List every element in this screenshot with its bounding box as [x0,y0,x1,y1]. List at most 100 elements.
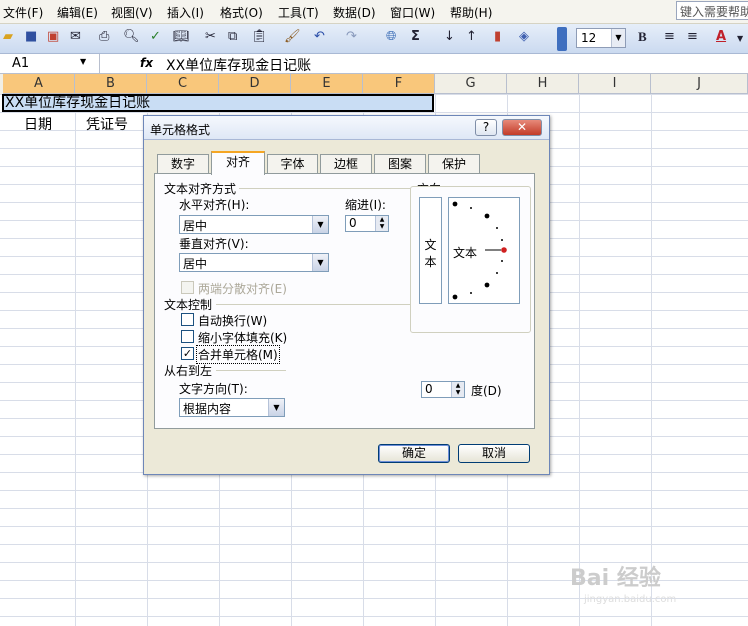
drawing-icon[interactable]: ◈ [519,29,529,44]
grid-line [75,94,76,626]
sort-ascending-icon[interactable]: ↓ [444,29,455,44]
help-search-input[interactable]: 键入需要帮助 [676,1,748,20]
format-painter-icon[interactable]: 🖌︎ [284,29,301,44]
menu-data[interactable]: 数据(D) [333,4,376,21]
formula-input[interactable]: XX单位库存现金日记账 [166,55,311,75]
column-header[interactable]: I [579,74,651,94]
name-box-value: A1 [12,56,30,71]
wrap-text-label: 自动换行(W) [198,314,268,328]
chevron-down-icon[interactable]: ▼ [80,57,86,66]
menu-format[interactable]: 格式(O) [220,4,263,21]
orientation-frame: 文 本 文本 [410,186,531,333]
tab-font[interactable]: 字体 [267,154,318,174]
toolbar-grip[interactable] [557,27,567,51]
research-icon[interactable]: 📖︎ [173,29,190,44]
spelling-icon[interactable]: ✓ [150,29,161,44]
formula-bar: A1 ▼ fx XX单位库存现金日记账 [0,54,748,74]
column-header[interactable]: D [219,74,291,94]
fx-icon[interactable]: fx [140,56,153,70]
permission-icon[interactable]: ▣ [47,29,59,44]
degree-spinner[interactable]: 0 ▲ ▼ [421,381,465,398]
sort-descending-icon[interactable]: ↑ [466,29,477,44]
chart-wizard-icon[interactable]: ▮ [494,29,501,44]
column-header[interactable]: H [507,74,579,94]
redo-icon[interactable]: ↷ [346,29,357,44]
shrink-to-fit-checkbox[interactable] [181,330,194,343]
column-header[interactable]: C [147,74,219,94]
distributed-checkbox[interactable] [181,281,194,294]
wrap-text-checkbox[interactable] [181,313,194,326]
tab-protection[interactable]: 保护 [428,154,480,174]
tab-patterns[interactable]: 图案 [374,154,426,174]
print-icon[interactable]: ⎙ [99,29,109,44]
menu-view[interactable]: 视图(V) [111,4,153,21]
horizontal-align-select[interactable]: 居中 ▼ [179,215,329,234]
dialog-title: 单元格格式 [150,123,211,137]
menu-file[interactable]: 文件(F) [3,4,43,21]
cancel-button[interactable]: 取消 [458,444,530,463]
column-header[interactable]: B [75,74,147,94]
font-color-icon[interactable]: A [716,29,726,44]
group-separator [216,304,411,305]
format-cells-dialog: 单元格格式 ? ✕ 数字 对齐 字体 边框 图案 保护 文本对齐方式 水平对齐(… [143,115,550,475]
column-header[interactable]: F [363,74,435,94]
group-separator [239,188,411,189]
cell-b2[interactable]: 凭证号 [86,114,128,134]
align-center-icon[interactable]: ≡ [664,29,675,44]
bold-button[interactable]: B [638,29,647,45]
chevron-down-icon[interactable]: ▼ [268,399,284,416]
tab-number[interactable]: 数字 [157,154,209,174]
indent-spinner[interactable]: 0 ▲ ▼ [345,215,389,232]
spinner-arrows-icon[interactable]: ▲ ▼ [375,216,388,231]
vertical-align-select[interactable]: 居中 ▼ [179,253,329,272]
paste-icon[interactable]: 📋︎ [251,29,268,44]
merge-cells-checkbox[interactable]: ✓ [181,347,194,360]
vertical-align-value: 居中 [183,257,208,271]
text-direction-select[interactable]: 根据内容 ▼ [179,398,285,417]
menu-bar: 文件(F) 编辑(E) 视图(V) 插入(I) 格式(O) 工具(T) 数据(D… [0,0,748,24]
watermark-logo: Bai 经验 [570,566,661,591]
column-header[interactable]: A [3,74,75,94]
close-button[interactable]: ✕ [502,119,542,136]
vertical-text-char: 本 [424,255,437,269]
chevron-down-icon[interactable]: ▼ [611,29,625,47]
chevron-down-icon[interactable]: ▼ [312,254,328,271]
menu-window[interactable]: 窗口(W) [390,4,435,21]
text-direction-label: 文字方向(T): [179,382,248,396]
menu-insert[interactable]: 插入(I) [167,4,204,21]
cut-icon[interactable]: ✂ [205,29,216,44]
print-preview-icon[interactable]: 🔍︎ [123,29,140,44]
spinner-arrows-icon[interactable]: ▲ ▼ [451,382,464,397]
vertical-align-label: 垂直对齐(V): [179,237,249,251]
column-header[interactable]: J [651,74,748,94]
save-icon[interactable]: ■ [25,29,37,44]
orientation-dial[interactable]: 文本 [448,197,520,304]
merged-title-cell[interactable]: XX单位库存现金日记账 [2,94,434,112]
dialog-titlebar[interactable]: 单元格格式 ? ✕ [144,116,549,140]
menu-help[interactable]: 帮助(H) [450,4,492,21]
autosum-icon[interactable]: Σ [411,29,420,44]
name-box[interactable]: A1 ▼ [0,54,100,74]
copy-icon[interactable]: ⧉ [228,29,237,44]
ok-button[interactable]: 确定 [378,444,450,463]
help-button[interactable]: ? [475,119,497,136]
tab-alignment[interactable]: 对齐 [211,151,265,175]
chevron-down-icon[interactable]: ▼ [312,216,328,233]
horizontal-align-label: 水平对齐(H): [179,198,250,212]
indent-value: 0 [349,216,357,230]
menu-tools[interactable]: 工具(T) [278,4,319,21]
column-header[interactable]: G [435,74,507,94]
hyperlink-icon[interactable]: 🌐︎ [386,29,396,44]
undo-icon[interactable]: ↶ [314,29,325,44]
align-right-icon[interactable]: ≡ [687,29,698,44]
tab-border[interactable]: 边框 [320,154,372,174]
chevron-down-icon[interactable]: ▼ [737,34,743,43]
font-size-select[interactable]: 12 ▼ [576,28,626,48]
vertical-text-box[interactable]: 文 本 [419,197,442,304]
text-control-group-label: 文本控制 [164,298,213,312]
mail-icon[interactable]: ✉ [70,29,81,44]
open-icon[interactable]: ▰ [3,29,13,44]
column-header[interactable]: E [291,74,363,94]
menu-edit[interactable]: 编辑(E) [57,4,98,21]
cell-a2[interactable]: 日期 [24,114,52,134]
